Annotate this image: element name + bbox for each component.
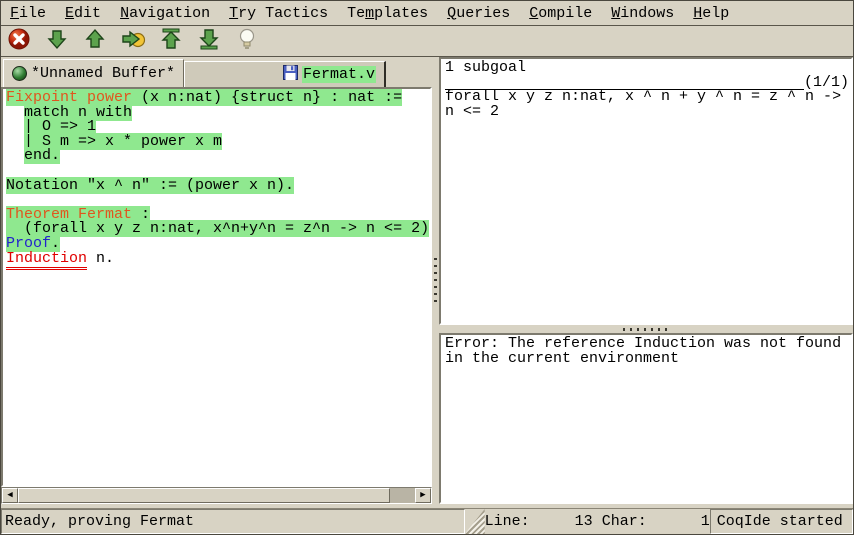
menu-queries[interactable]: Queries bbox=[447, 5, 510, 22]
subgoal-count: 1 subgoal bbox=[445, 61, 849, 76]
menu-try-tactics[interactable]: Try Tactics bbox=[229, 5, 328, 22]
status-bar: Ready, proving Fermat Line:13 Char:1 Coq… bbox=[1, 508, 853, 534]
goto-cursor-button[interactable] bbox=[120, 28, 146, 54]
message-view[interactable]: Error: The reference Induction was not f… bbox=[439, 333, 853, 504]
menu-edit[interactable]: Edit bbox=[65, 5, 101, 22]
splitter-grip-icon bbox=[623, 328, 669, 331]
step-forward-button[interactable] bbox=[44, 28, 70, 54]
line-value: 13 bbox=[530, 513, 593, 530]
down-arrow-icon bbox=[45, 27, 69, 56]
cursor-position: Line:13 Char:1 bbox=[485, 509, 710, 534]
code-line: (forall x y z n:nat, x^n+y^n = z^n -> n … bbox=[6, 222, 430, 237]
menu-help[interactable]: Help bbox=[693, 5, 729, 22]
right-arrow-ball-icon bbox=[120, 27, 146, 56]
buffer-status-led-icon bbox=[12, 66, 27, 81]
menu-windows[interactable]: Windows bbox=[611, 5, 674, 22]
horizontal-scrollbar[interactable]: ◀ ▶ bbox=[1, 487, 432, 504]
status-info: CoqIde started bbox=[710, 509, 853, 534]
menu-bar: File Edit Navigation Try Tactics Templat… bbox=[1, 1, 853, 26]
buffer-tab-bar: *Unnamed Buffer* Fermat.v bbox=[1, 57, 432, 87]
horizontal-splitter[interactable] bbox=[439, 325, 853, 333]
line-label: Line: bbox=[485, 513, 530, 530]
vertical-splitter[interactable] bbox=[432, 57, 439, 504]
tab-label: Fermat.v bbox=[302, 66, 376, 83]
error-message-line: in the current environment bbox=[445, 352, 849, 367]
goto-start-button[interactable] bbox=[158, 28, 184, 54]
script-editor[interactable]: Fixpoint power (x n:nat) {struct n} : na… bbox=[1, 87, 432, 487]
char-value: 1 bbox=[647, 513, 710, 530]
up-arrow-bar-icon bbox=[159, 27, 183, 56]
toolbar bbox=[1, 26, 853, 57]
tab-fermat-v[interactable]: Fermat.v bbox=[184, 61, 386, 87]
code-line: Induction n. bbox=[6, 252, 430, 267]
status-message: Ready, proving Fermat bbox=[1, 509, 465, 534]
code-line: Notation "x ^ n" := (power x n). bbox=[6, 179, 430, 194]
scroll-left-button[interactable]: ◀ bbox=[2, 488, 18, 503]
menu-templates[interactable]: Templates bbox=[347, 5, 428, 22]
tab-unnamed-buffer[interactable]: *Unnamed Buffer* bbox=[3, 59, 184, 87]
scroll-right-button[interactable]: ▶ bbox=[415, 488, 431, 503]
code-line: end. bbox=[6, 149, 430, 164]
menu-compile[interactable]: Compile bbox=[529, 5, 592, 22]
tab-label: *Unnamed Buffer* bbox=[31, 65, 175, 82]
goal-text-line: n <= 2 bbox=[445, 105, 849, 120]
interrupt-button[interactable] bbox=[6, 28, 32, 54]
goal-view[interactable]: 1 subgoal (1/1) forall x y z n:nat, x ^ … bbox=[439, 57, 853, 325]
main-area: *Unnamed Buffer* Fermat.v Fixpoint power… bbox=[1, 57, 853, 508]
proof-column: 1 subgoal (1/1) forall x y z n:nat, x ^ … bbox=[439, 57, 853, 504]
goal-text-line: forall x y z n:nat, x ^ n + y ^ n = z ^ … bbox=[445, 90, 849, 105]
stop-icon bbox=[7, 27, 31, 56]
resize-grip[interactable] bbox=[465, 509, 485, 534]
char-label: Char: bbox=[602, 513, 647, 530]
step-backward-button[interactable] bbox=[82, 28, 108, 54]
scrollbar-thumb[interactable] bbox=[18, 488, 390, 503]
menu-navigation[interactable]: Navigation bbox=[120, 5, 210, 22]
scrollbar-track[interactable] bbox=[390, 488, 415, 503]
menu-file[interactable]: File bbox=[10, 5, 46, 22]
up-arrow-icon bbox=[83, 27, 107, 56]
code-line: | S m => x * power x m bbox=[6, 135, 430, 150]
script-column: *Unnamed Buffer* Fermat.v Fixpoint power… bbox=[1, 57, 432, 504]
splitter-grip-icon bbox=[434, 258, 437, 304]
